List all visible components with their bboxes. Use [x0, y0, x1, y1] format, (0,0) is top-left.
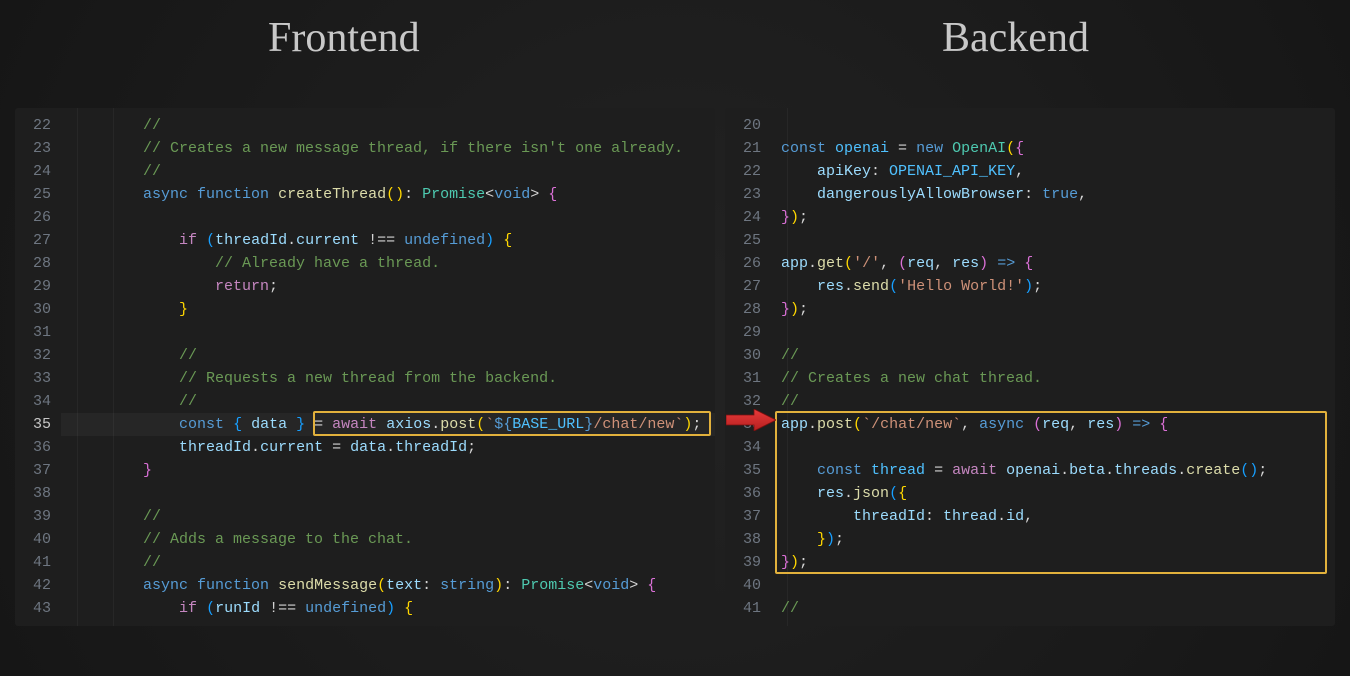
code-line[interactable]: async function sendMessage(text: string)… — [61, 574, 715, 597]
line-number: 23 — [725, 183, 771, 206]
code-line[interactable] — [771, 114, 1335, 137]
code-line[interactable]: // — [771, 597, 1335, 620]
line-number: 24 — [725, 206, 771, 229]
line-number: 30 — [15, 298, 61, 321]
code-line[interactable]: app.get('/', (req, res) => { — [771, 252, 1335, 275]
code-line[interactable]: // Creates a new chat thread. — [771, 367, 1335, 390]
line-number: 35 — [15, 413, 61, 436]
code-line[interactable] — [771, 321, 1335, 344]
code-line[interactable]: }); — [771, 528, 1335, 551]
code-line[interactable] — [61, 321, 715, 344]
code-line[interactable]: }); — [771, 551, 1335, 574]
code-line[interactable]: if (runId !== undefined) { — [61, 597, 715, 620]
code-line[interactable]: // — [771, 390, 1335, 413]
code-line[interactable]: } — [61, 459, 715, 482]
code-line[interactable]: // Already have a thread. — [61, 252, 715, 275]
line-number: 35 — [725, 459, 771, 482]
code-panel-frontend: 2223242526272829303132333435363738394041… — [15, 108, 715, 626]
code-line[interactable]: // — [771, 344, 1335, 367]
line-number: 32 — [15, 344, 61, 367]
line-number: 37 — [725, 505, 771, 528]
code-body-frontend[interactable]: // // Creates a new message thread, if t… — [61, 108, 715, 626]
line-number: 34 — [725, 436, 771, 459]
code-line[interactable]: if (threadId.current !== undefined) { — [61, 229, 715, 252]
code-line[interactable]: const { data } = await axios.post(`${BAS… — [61, 413, 715, 436]
line-number: 40 — [15, 528, 61, 551]
code-line[interactable] — [61, 206, 715, 229]
code-line[interactable]: const thread = await openai.beta.threads… — [771, 459, 1335, 482]
code-line[interactable]: // — [61, 160, 715, 183]
code-line[interactable]: const openai = new OpenAI({ — [771, 137, 1335, 160]
line-number: 40 — [725, 574, 771, 597]
code-line[interactable]: async function createThread(): Promise<v… — [61, 183, 715, 206]
line-number: 23 — [15, 137, 61, 160]
code-panel-backend: 2021222324252627282930313233343536373839… — [725, 108, 1335, 626]
line-number: 22 — [15, 114, 61, 137]
line-number: 39 — [15, 505, 61, 528]
line-number: 28 — [725, 298, 771, 321]
code-line[interactable] — [61, 482, 715, 505]
line-number: 31 — [15, 321, 61, 344]
code-line[interactable]: // — [61, 551, 715, 574]
line-number: 37 — [15, 459, 61, 482]
line-number: 29 — [15, 275, 61, 298]
code-line[interactable]: // — [61, 390, 715, 413]
line-number: 29 — [725, 321, 771, 344]
line-number: 22 — [725, 160, 771, 183]
title-frontend: Frontend — [268, 14, 420, 62]
code-line[interactable]: // — [61, 344, 715, 367]
line-number: 32 — [725, 390, 771, 413]
code-line[interactable] — [771, 574, 1335, 597]
code-line[interactable]: threadId.current = data.threadId; — [61, 436, 715, 459]
code-line[interactable]: threadId: thread.id, — [771, 505, 1335, 528]
line-number: 33 — [15, 367, 61, 390]
line-number: 21 — [725, 137, 771, 160]
line-number: 31 — [725, 367, 771, 390]
line-number: 28 — [15, 252, 61, 275]
line-number: 38 — [725, 528, 771, 551]
line-gutter-frontend: 2223242526272829303132333435363738394041… — [15, 108, 61, 626]
code-line[interactable]: apiKey: OPENAI_API_KEY, — [771, 160, 1335, 183]
code-line[interactable]: // Adds a message to the chat. — [61, 528, 715, 551]
line-number: 42 — [15, 574, 61, 597]
line-number: 36 — [725, 482, 771, 505]
code-line[interactable]: res.json({ — [771, 482, 1335, 505]
line-number: 24 — [15, 160, 61, 183]
code-body-backend[interactable]: const openai = new OpenAI({ apiKey: OPEN… — [771, 108, 1335, 626]
line-number: 41 — [725, 597, 771, 620]
line-number: 34 — [15, 390, 61, 413]
code-line[interactable]: // Requests a new thread from the backen… — [61, 367, 715, 390]
code-line[interactable]: // Creates a new message thread, if ther… — [61, 137, 715, 160]
line-number: 30 — [725, 344, 771, 367]
line-number: 27 — [15, 229, 61, 252]
code-line[interactable]: }); — [771, 298, 1335, 321]
line-number: 20 — [725, 114, 771, 137]
line-number: 41 — [15, 551, 61, 574]
code-line[interactable] — [771, 436, 1335, 459]
line-number: 26 — [725, 252, 771, 275]
code-line[interactable]: } — [61, 298, 715, 321]
line-number: 33 — [725, 413, 771, 436]
line-number: 27 — [725, 275, 771, 298]
code-line[interactable]: // — [61, 505, 715, 528]
line-number: 26 — [15, 206, 61, 229]
line-number: 25 — [15, 183, 61, 206]
code-line[interactable]: res.send('Hello World!'); — [771, 275, 1335, 298]
line-number: 39 — [725, 551, 771, 574]
line-gutter-backend: 2021222324252627282930313233343536373839… — [725, 108, 771, 626]
code-line[interactable]: // — [61, 114, 715, 137]
line-number: 36 — [15, 436, 61, 459]
line-number: 25 — [725, 229, 771, 252]
code-line[interactable]: dangerouslyAllowBrowser: true, — [771, 183, 1335, 206]
line-number: 43 — [15, 597, 61, 620]
code-line[interactable]: }); — [771, 206, 1335, 229]
code-line[interactable]: app.post(`/chat/new`, async (req, res) =… — [771, 413, 1335, 436]
title-backend: Backend — [942, 14, 1089, 62]
code-line[interactable]: return; — [61, 275, 715, 298]
line-number: 38 — [15, 482, 61, 505]
code-line[interactable] — [771, 229, 1335, 252]
